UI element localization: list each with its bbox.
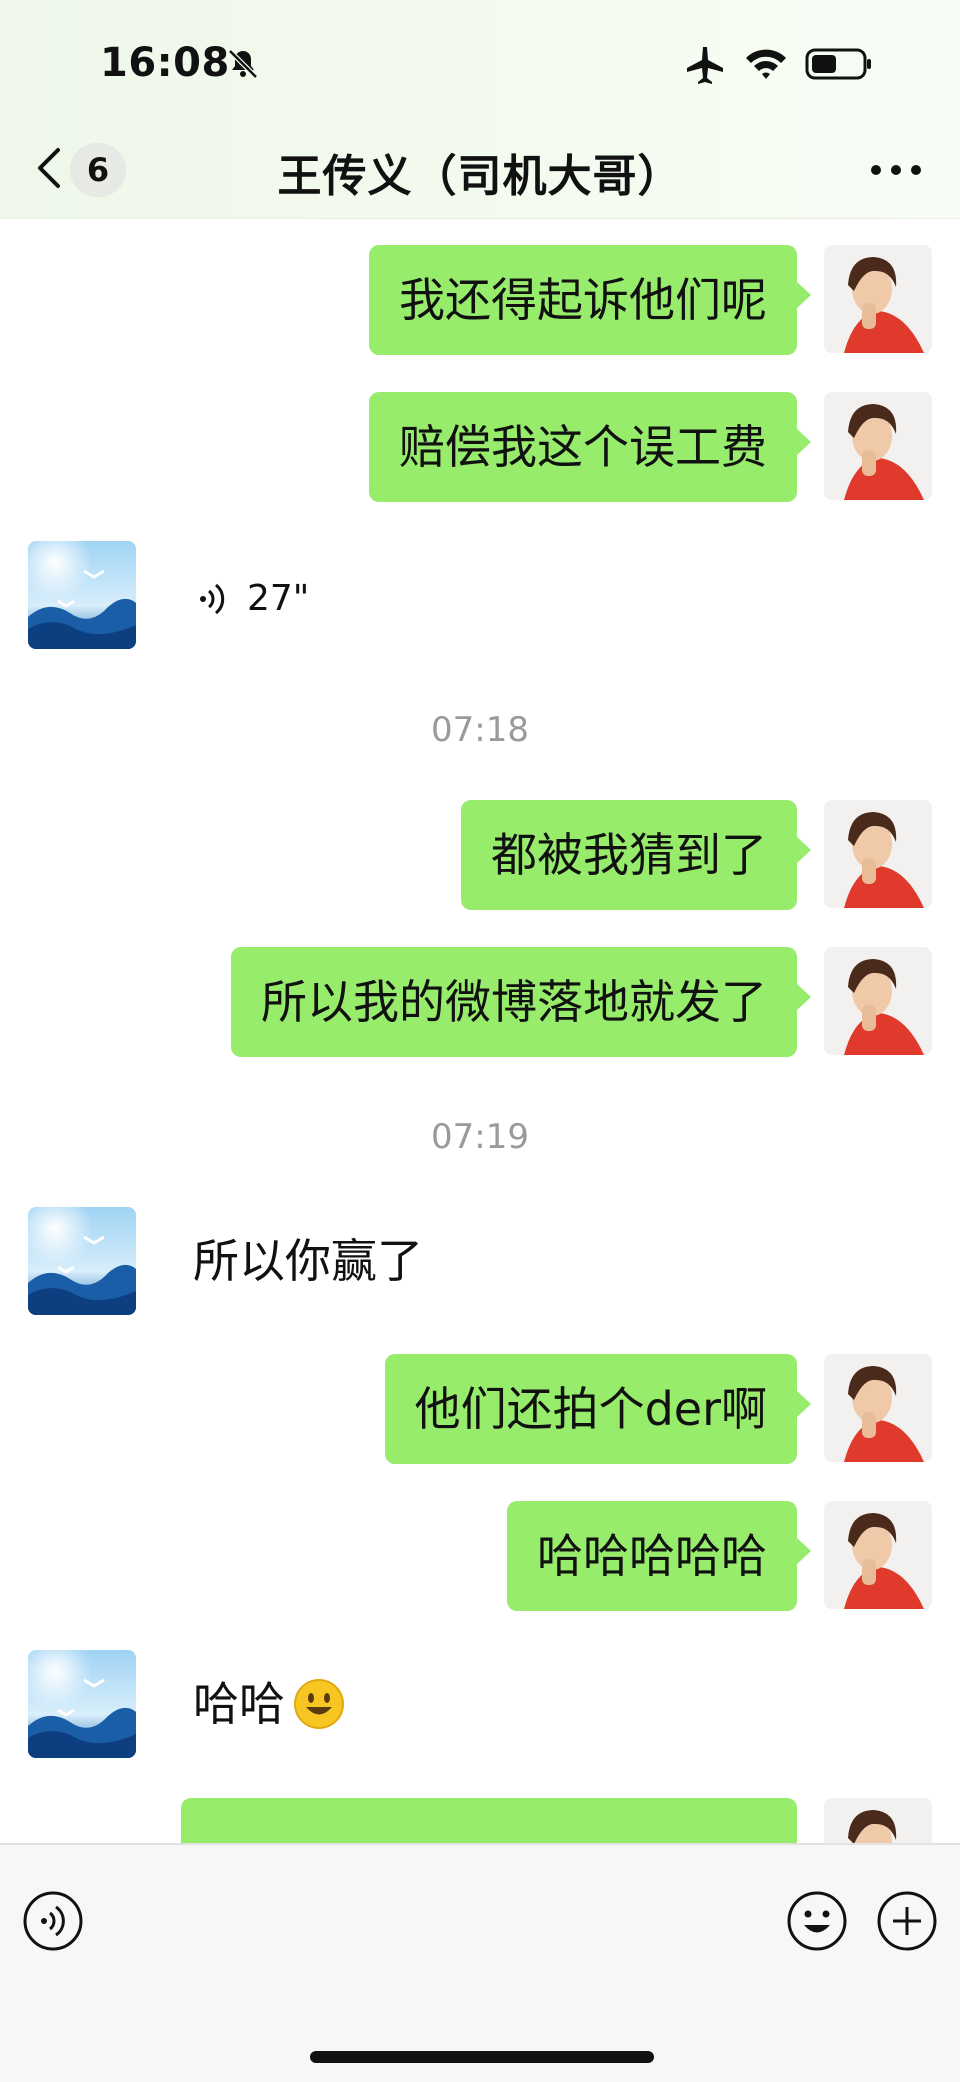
voice-duration: 27"	[247, 577, 310, 619]
back-chevron-icon[interactable]	[30, 140, 66, 196]
my-avatar[interactable]	[824, 1501, 932, 1609]
battery-icon	[805, 48, 871, 80]
smile-emoji-icon	[294, 1678, 344, 1729]
outgoing-message-bubble[interactable]: 他们还拍个der啊	[384, 1354, 812, 1464]
my-avatar[interactable]	[824, 1354, 932, 1462]
outgoing-message-bubble-partial[interactable]	[181, 1798, 797, 1843]
my-avatar[interactable]	[824, 392, 932, 500]
outgoing-message-bubble[interactable]: 哈哈哈哈哈	[507, 1501, 811, 1611]
airplane-icon	[687, 47, 723, 84]
status-time: 16:08	[100, 40, 230, 86]
message-row: 赔偿我这个误工费	[0, 392, 960, 502]
incoming-message-bubble[interactable]: 哈哈	[163, 1650, 375, 1758]
my-avatar[interactable]	[824, 947, 932, 1055]
message-row-partial	[0, 1798, 960, 1843]
message-timestamp: 07:18	[431, 710, 529, 750]
message-row: 都被我猜到了	[0, 800, 960, 910]
chat-input-bar	[0, 1843, 960, 2082]
message-row: 27"	[0, 541, 960, 649]
message-row: 所以你赢了	[0, 1207, 960, 1315]
message-row: 哈哈	[0, 1650, 960, 1758]
message-text: 哈哈	[193, 1677, 285, 1731]
outgoing-message-bubble[interactable]: 所以我的微博落地就发了	[231, 947, 811, 1057]
message-row: 哈哈哈哈哈	[0, 1501, 960, 1611]
outgoing-message-bubble[interactable]: 都被我猜到了	[461, 800, 811, 910]
incoming-voice-message[interactable]: 27"	[163, 541, 340, 649]
message-timestamp: 07:19	[431, 1117, 529, 1157]
more-options-icon[interactable]	[866, 150, 926, 190]
home-indicator[interactable]	[310, 2051, 654, 2063]
my-avatar[interactable]	[824, 800, 932, 908]
outgoing-message-bubble[interactable]: 我还得起诉他们呢	[369, 245, 811, 355]
chat-title: 王传义（司机大哥）	[277, 151, 683, 202]
wifi-icon	[746, 49, 786, 79]
bell-off-icon	[228, 49, 258, 79]
message-row: 他们还拍个der啊	[0, 1354, 960, 1464]
message-row: 我还得起诉他们呢	[0, 245, 960, 355]
plus-button[interactable]	[876, 1890, 938, 1952]
my-avatar[interactable]	[824, 245, 932, 353]
voice-input-button[interactable]	[22, 1890, 84, 1952]
emoji-button[interactable]	[786, 1890, 848, 1952]
voice-wave-icon	[200, 583, 225, 614]
my-avatar[interactable]	[824, 1798, 932, 1843]
unread-count-badge[interactable]: 6	[70, 143, 126, 197]
divider	[0, 1843, 960, 1845]
incoming-message-bubble[interactable]: 所以你赢了	[163, 1207, 453, 1315]
outgoing-message-bubble[interactable]: 赔偿我这个误工费	[369, 392, 811, 502]
message-row: 所以我的微博落地就发了	[0, 947, 960, 1057]
